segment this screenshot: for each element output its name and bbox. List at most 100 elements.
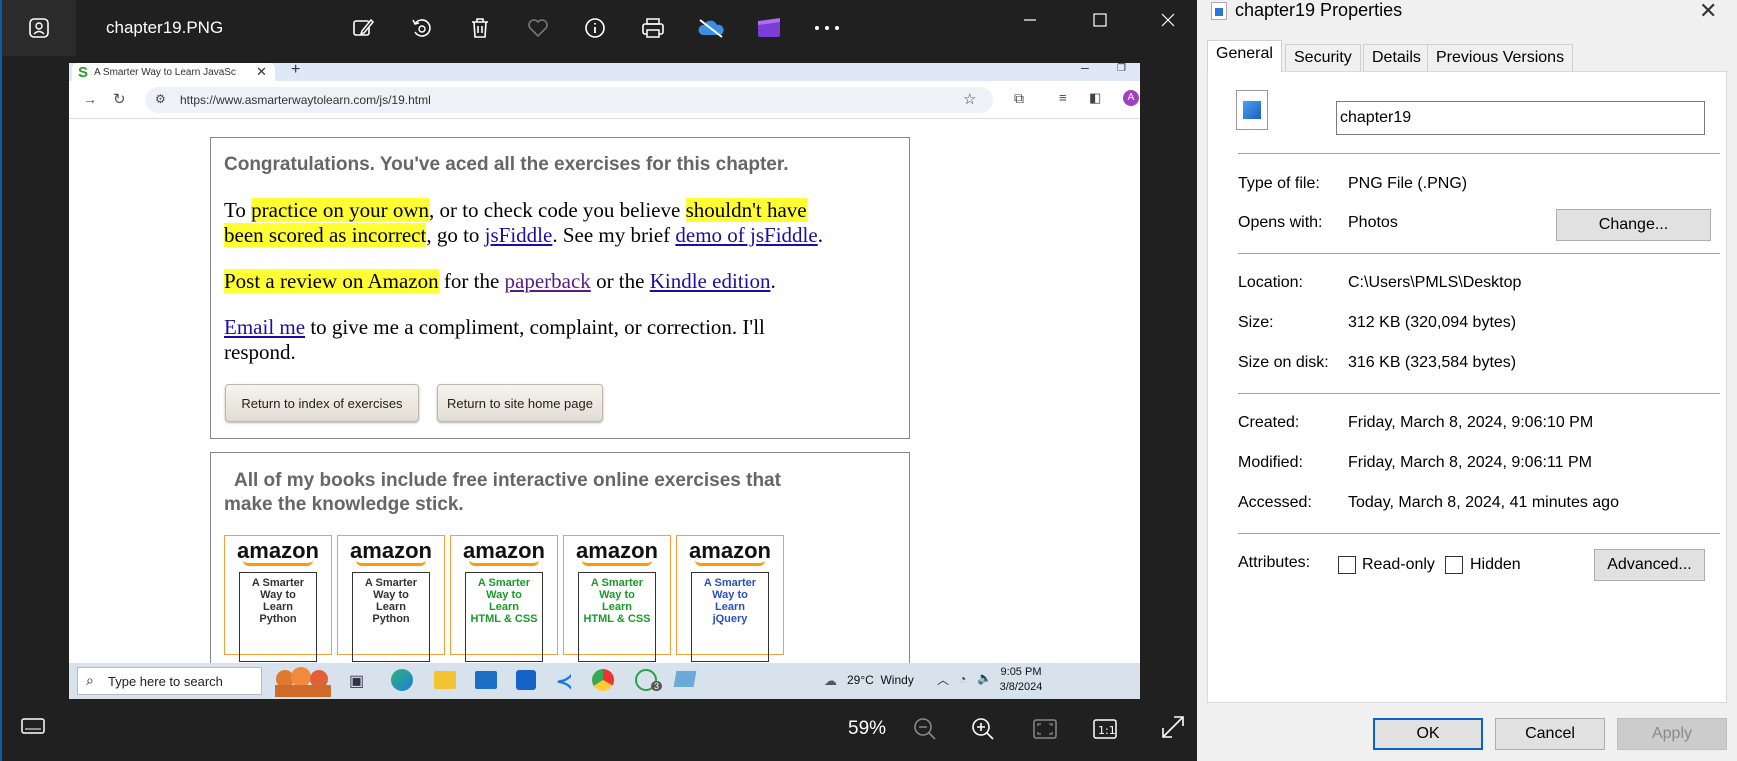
dialog-title: chapter19 Properties (1235, 0, 1403, 20)
hidden-checkbox[interactable] (1445, 556, 1463, 574)
email-me-link[interactable]: Email me (224, 315, 305, 339)
maximize-icon[interactable] (1088, 8, 1112, 32)
amazon-logo: amazon (350, 538, 432, 563)
change-button[interactable]: Change... (1556, 209, 1711, 241)
return-home-button[interactable]: Return to site home page (437, 384, 603, 422)
chrome-tab[interactable]: S A Smarter Way to Learn JavaSc ✕ (72, 63, 275, 81)
book-cover-line: Learn (715, 601, 745, 613)
book-cover-line: Way to (260, 589, 296, 601)
reload-icon[interactable]: ↻ (113, 90, 126, 108)
taskbar-search[interactable]: ⌕ Type here to search (77, 667, 262, 695)
book-amazon-link[interactable]: amazon A Smarter Way to Learn jQuery (676, 535, 784, 662)
paperback-link[interactable]: paperback (505, 269, 591, 293)
photos-taskbar-icon[interactable] (673, 671, 697, 687)
opens-with-label: Opens with: (1238, 214, 1323, 231)
type-label: Type of file: (1238, 175, 1320, 192)
demo-jsfiddle-link[interactable]: demo of jsFiddle (675, 223, 817, 247)
readonly-label: Read-only (1362, 556, 1435, 573)
mail-icon[interactable] (475, 671, 497, 689)
address-bar[interactable]: ⚙ https://www.asmarterwaytolearn.com/js/… (145, 87, 993, 113)
chrome-minimize-icon[interactable]: – (1081, 63, 1089, 75)
book-amazon-link[interactable]: amazon A Smarter Way to Learn Python (337, 535, 445, 662)
vscode-icon[interactable]: ≺ (556, 669, 573, 694)
tab-close-icon[interactable]: ✕ (256, 64, 267, 80)
amazon-logo: amazon (576, 538, 658, 563)
chrome-toolbar: → ↻ ⚙ https://www.asmarterwaytolearn.com… (69, 81, 1140, 119)
bookmark-star-icon[interactable]: ☆ (963, 90, 976, 108)
delete-icon[interactable] (465, 13, 495, 43)
weather-icon: ☁ (824, 673, 837, 688)
fullscreen-icon[interactable] (1160, 714, 1186, 745)
return-index-button[interactable]: Return to index of exercises (225, 384, 419, 422)
close-icon[interactable] (1156, 8, 1180, 32)
rotate-icon[interactable] (406, 13, 436, 43)
photos-app-icon[interactable] (2, 0, 76, 56)
accessed-value: Today, March 8, 2024, 41 minutes ago (1348, 494, 1619, 511)
volume-icon[interactable]: 🔈 (977, 671, 992, 685)
book-cover: A Smarter Way to Learn Python (352, 572, 430, 662)
edge-icon[interactable] (391, 669, 413, 691)
media-controls-icon[interactable]: ≡ (1059, 90, 1067, 105)
book-amazon-link[interactable]: amazon A Smarter Way to Learn HTML & CSS (450, 535, 558, 662)
site-favicon-icon: S (78, 63, 89, 81)
filename-field[interactable] (1336, 101, 1705, 135)
filmstrip-icon[interactable] (20, 716, 46, 741)
tab-previous-versions[interactable]: Previous Versions (1427, 44, 1574, 72)
clipchamp-icon[interactable] (754, 13, 784, 43)
location-label: Location: (1238, 274, 1303, 291)
onedrive-icon[interactable] (696, 13, 726, 43)
book-cover: A Smarter Way to Learn Python (239, 572, 317, 662)
congrats-heading: Congratulations. You've aced all the exe… (224, 154, 789, 175)
minimize-icon[interactable] (1018, 8, 1042, 32)
readonly-checkbox[interactable] (1338, 556, 1356, 574)
file-explorer-icon[interactable] (434, 671, 456, 689)
more-icon[interactable] (812, 13, 842, 43)
tray-chevron-icon[interactable]: ︿ (937, 671, 949, 688)
clock[interactable]: 9:05 PM 3/8/2024 (995, 665, 1047, 695)
apply-button[interactable]: Apply (1617, 718, 1727, 750)
advanced-button[interactable]: Advanced... (1594, 549, 1705, 581)
tab-details[interactable]: Details (1363, 44, 1430, 72)
book-cover-line: Way to (486, 589, 522, 601)
new-tab-icon[interactable]: + (291, 63, 300, 79)
book-amazon-link[interactable]: amazon A Smarter Way to Learn HTML & CSS (563, 535, 671, 662)
network-icon[interactable]: ◔ (959, 672, 966, 686)
book-cover: A Smarter Way to Learn jQuery (691, 572, 769, 662)
jsfiddle-link[interactable]: jsFiddle (485, 223, 553, 247)
side-panel-icon[interactable]: ◧ (1089, 90, 1101, 106)
tab-general[interactable]: General (1207, 40, 1282, 72)
task-view-icon[interactable]: ▣ (349, 671, 364, 691)
tab-security[interactable]: Security (1285, 44, 1361, 72)
chrome-icon[interactable] (592, 669, 614, 691)
dialog-close-icon[interactable]: ✕ (1699, 0, 1717, 24)
extensions-icon[interactable]: ⧉ (1014, 90, 1024, 107)
edit-image-icon[interactable] (348, 13, 378, 43)
forward-icon[interactable]: → (83, 91, 97, 107)
attributes-label: Attributes: (1238, 554, 1311, 571)
viewer-titlebar: chapter19.PNG (2, 0, 1199, 56)
ok-button[interactable]: OK (1373, 718, 1483, 750)
favorite-icon[interactable] (523, 13, 553, 43)
book-cover-line: Way to (712, 589, 748, 601)
books-heading: All of my books include free interactive… (224, 470, 781, 515)
amazon-logo: amazon (689, 538, 771, 563)
fit-to-window-icon[interactable] (1032, 718, 1058, 745)
book-cover-line: A Smarter (590, 577, 644, 589)
weather-text[interactable]: 29°C Windy (847, 673, 914, 687)
info-icon[interactable] (580, 13, 610, 43)
book-amazon-link[interactable]: amazon A Smarter Way to Learn Python (224, 535, 332, 662)
actual-size-icon[interactable]: 1:1 (1092, 718, 1118, 745)
site-info-icon[interactable]: ⚙ (155, 92, 166, 106)
modified-value: Friday, March 8, 2024, 9:06:11 PM (1348, 454, 1592, 471)
search-icon: ⌕ (86, 672, 94, 688)
separator (1238, 153, 1720, 154)
store-icon[interactable] (516, 670, 536, 690)
chrome-restore-icon[interactable]: ❐ (1117, 63, 1126, 74)
print-icon[interactable] (638, 13, 668, 43)
zoom-in-icon[interactable] (970, 716, 996, 747)
book-cover-line: HTML & CSS (470, 613, 538, 625)
cancel-button[interactable]: Cancel (1495, 718, 1605, 750)
zoom-out-icon[interactable] (912, 716, 938, 747)
kindle-edition-link[interactable]: Kindle edition (650, 269, 771, 293)
profile-avatar[interactable]: A (1123, 90, 1139, 106)
